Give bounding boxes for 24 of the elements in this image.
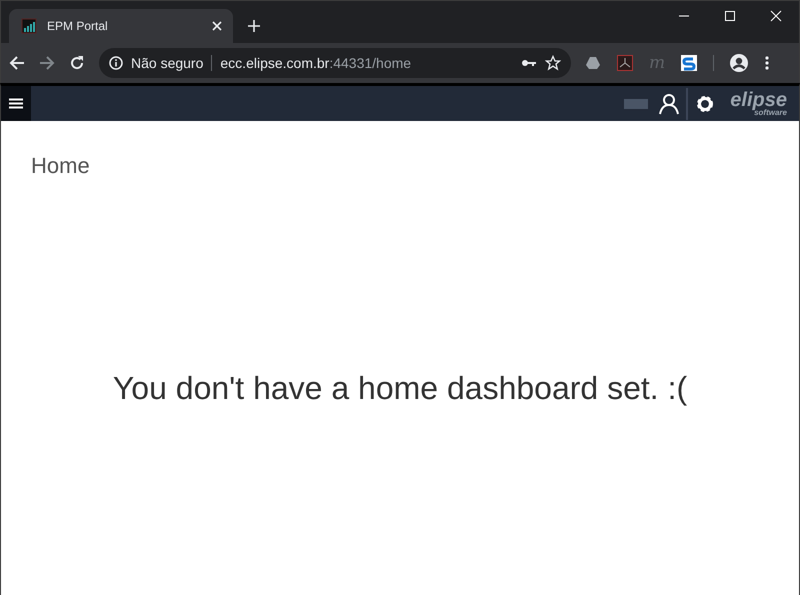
reload-icon[interactable]	[69, 55, 85, 71]
page-title: Home	[31, 153, 91, 179]
empty-message: You don't have a home dashboard set. :(	[112, 370, 688, 407]
logo: elipse software	[730, 90, 787, 116]
blurred-username	[624, 98, 648, 108]
plus-icon[interactable]	[247, 19, 261, 33]
account-icon[interactable]	[730, 54, 748, 72]
back-icon[interactable]	[9, 55, 25, 71]
bar-chart-icon	[21, 18, 37, 34]
pdf-icon[interactable]	[617, 55, 633, 71]
star-icon[interactable]	[545, 55, 561, 71]
menu-button[interactable]	[1, 86, 31, 121]
browser-tab[interactable]: EPM Portal	[9, 9, 233, 43]
info-icon	[109, 56, 123, 70]
user-icon[interactable]	[658, 92, 680, 114]
tab-title: EPM Portal	[47, 19, 109, 33]
s-logo-icon[interactable]	[681, 55, 698, 71]
address-bar[interactable]: Não seguro ecc.elipse.com.br:44331/home	[99, 48, 571, 78]
security-label: Não seguro	[131, 55, 204, 71]
menu-icon	[9, 98, 23, 109]
url-text: ecc.elipse.com.br:44331/home	[220, 55, 412, 71]
forward-icon[interactable]	[39, 55, 55, 71]
more-icon[interactable]	[764, 55, 770, 71]
close-icon[interactable]	[211, 20, 223, 32]
